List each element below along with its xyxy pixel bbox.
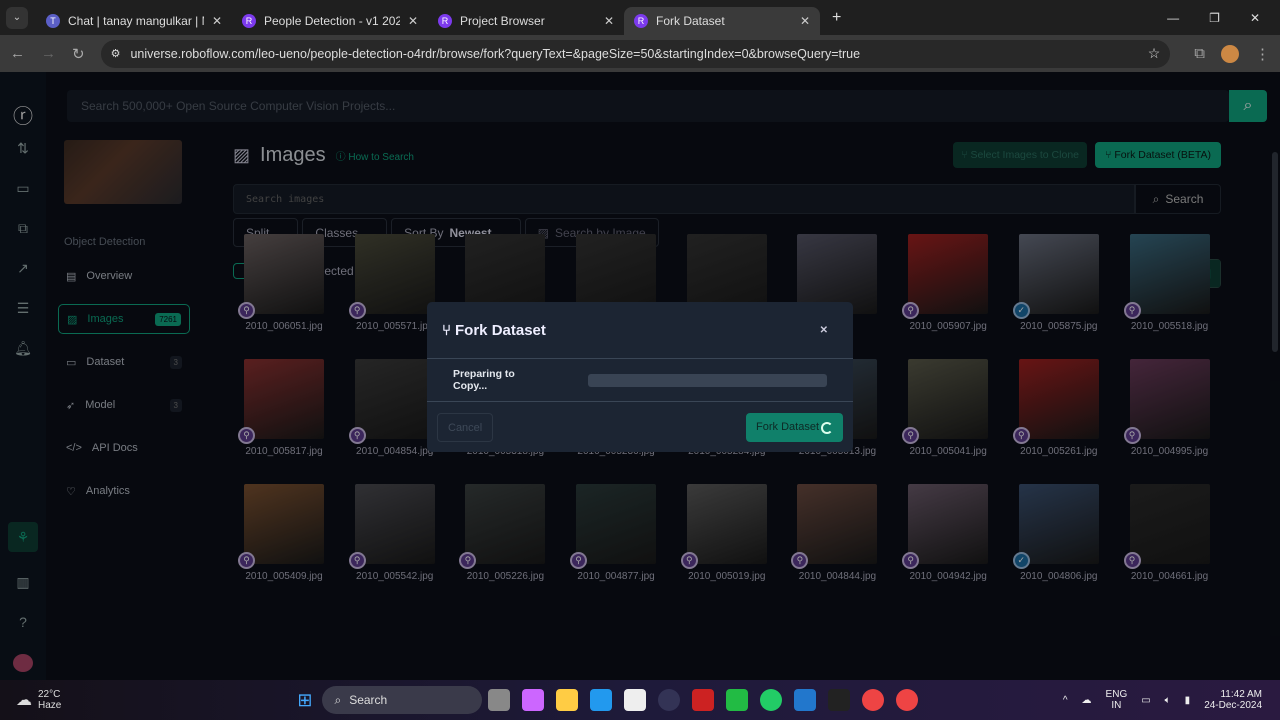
time: 11:42 AM	[1220, 689, 1262, 700]
tab-title: People Detection - v1 2024-12-	[264, 13, 400, 28]
url-text: universe.roboflow.com/leo-ueno/people-de…	[130, 46, 861, 61]
tab-project-browser[interactable]: R Project Browser ✕	[428, 7, 624, 35]
search-icon: ⌕	[334, 692, 342, 707]
region: IN	[1111, 700, 1122, 711]
close-icon[interactable]: ✕	[408, 14, 418, 28]
browser-tab-bar: ⌄ T Chat | tanay mangulkar | Micros ✕ R Peo…	[0, 0, 1280, 35]
close-window-button[interactable]: ✕	[1250, 11, 1260, 25]
vscode-icon[interactable]	[794, 689, 817, 711]
edge-icon[interactable]	[590, 689, 613, 711]
network-icon[interactable]: ▭	[1141, 695, 1150, 706]
spinner-icon	[821, 421, 833, 434]
close-icon[interactable]: ✕	[212, 14, 222, 28]
taskbar-search[interactable]: ⌕ Search	[322, 686, 483, 714]
windows-taskbar: ☁ 22°C Haze ⊞ ⌕ Search ^ ☁ ENG IN ▭ 🔈︎ ▮ 11:42 …	[0, 680, 1280, 720]
tab-title: Project Browser	[460, 13, 545, 28]
volume-icon[interactable]: 🔈︎	[1165, 695, 1171, 706]
chevron-up-icon[interactable]: ^	[1063, 695, 1068, 706]
whatsapp-icon[interactable]	[760, 689, 783, 711]
temperature: 22°C	[38, 689, 61, 700]
weather-icon: ☁	[16, 692, 32, 709]
copilot-icon[interactable]	[522, 689, 545, 711]
battery-icon[interactable]: ▮	[1185, 695, 1191, 706]
dell-icon[interactable]	[658, 689, 681, 711]
close-icon[interactable]: ✕	[800, 14, 810, 28]
roboflow-icon: R	[242, 13, 256, 28]
store-icon[interactable]	[624, 689, 647, 711]
status-text: Preparing to Copy...	[453, 368, 515, 392]
tab-people-detection[interactable]: R People Detection - v1 2024-12- ✕	[232, 7, 428, 35]
chrome-icon[interactable]	[862, 689, 885, 711]
new-tab-button[interactable]: +	[832, 9, 841, 27]
close-icon[interactable]: ✕	[604, 14, 614, 28]
label: Search	[349, 693, 388, 707]
fork-icon: ⑂	[442, 321, 452, 339]
back-icon[interactable]: ←	[10, 45, 25, 62]
site-info-icon[interactable]: ⚙	[111, 47, 121, 60]
address-bar-row: ← → ↻ ⚙ universe.roboflow.com/leo-ueno/peop…	[0, 35, 1280, 72]
mcafee-icon[interactable]	[692, 689, 715, 711]
progress-bar	[587, 373, 827, 387]
roboflow-icon: R	[438, 13, 452, 28]
minimize-button[interactable]: —	[1167, 11, 1179, 25]
file-explorer-icon[interactable]	[556, 689, 579, 711]
maximize-button[interactable]: ❐	[1209, 11, 1220, 25]
clock[interactable]: 11:42 AM 24-Dec-2024	[1204, 689, 1262, 711]
reload-icon[interactable]: ↻	[72, 45, 85, 63]
fork-dataset-modal: ⑂ Fork Dataset ✕ Preparing to Copy... Canc…	[427, 302, 853, 452]
tab-title: Fork Dataset	[656, 13, 725, 28]
tab-search-button[interactable]: ⌄	[6, 6, 28, 29]
weather-widget[interactable]: ☁ 22°C Haze	[16, 689, 61, 711]
modal-title: Fork Dataset	[455, 321, 546, 339]
app-icon[interactable]	[726, 689, 749, 711]
menu-icon[interactable]: ⋮	[1255, 45, 1270, 63]
fork-dataset-button[interactable]: Fork Dataset	[746, 413, 843, 442]
profile-avatar[interactable]	[1221, 44, 1239, 63]
tab-title: Chat | tanay mangulkar | Micros	[68, 13, 204, 28]
bookmark-star-icon[interactable]: ☆	[1148, 45, 1161, 62]
windows-start-icon[interactable]: ⊞	[297, 690, 312, 711]
date: 24-Dec-2024	[1204, 700, 1262, 711]
tab-teams[interactable]: T Chat | tanay mangulkar | Micros ✕	[36, 7, 232, 35]
chrome-icon[interactable]	[896, 689, 919, 711]
url-field[interactable]: ⚙ universe.roboflow.com/leo-ueno/people-d…	[100, 39, 1171, 68]
extensions-icon[interactable]: ⧉	[1194, 45, 1205, 62]
task-view-icon[interactable]	[488, 689, 511, 711]
tab-fork-dataset[interactable]: R Fork Dataset ✕	[624, 6, 820, 35]
label: Fork Dataset	[756, 421, 819, 433]
weather-text: Haze	[38, 700, 62, 711]
app-icon[interactable]	[828, 689, 851, 711]
cancel-button[interactable]: Cancel	[437, 413, 494, 442]
lang: ENG	[1105, 689, 1128, 700]
close-icon[interactable]: ✕	[820, 325, 828, 336]
teams-icon: T	[46, 13, 60, 28]
onedrive-icon[interactable]: ☁	[1082, 695, 1092, 706]
language-indicator[interactable]: ENG IN	[1106, 689, 1128, 711]
roboflow-icon: R	[634, 13, 648, 28]
forward-icon[interactable]: →	[41, 45, 56, 62]
